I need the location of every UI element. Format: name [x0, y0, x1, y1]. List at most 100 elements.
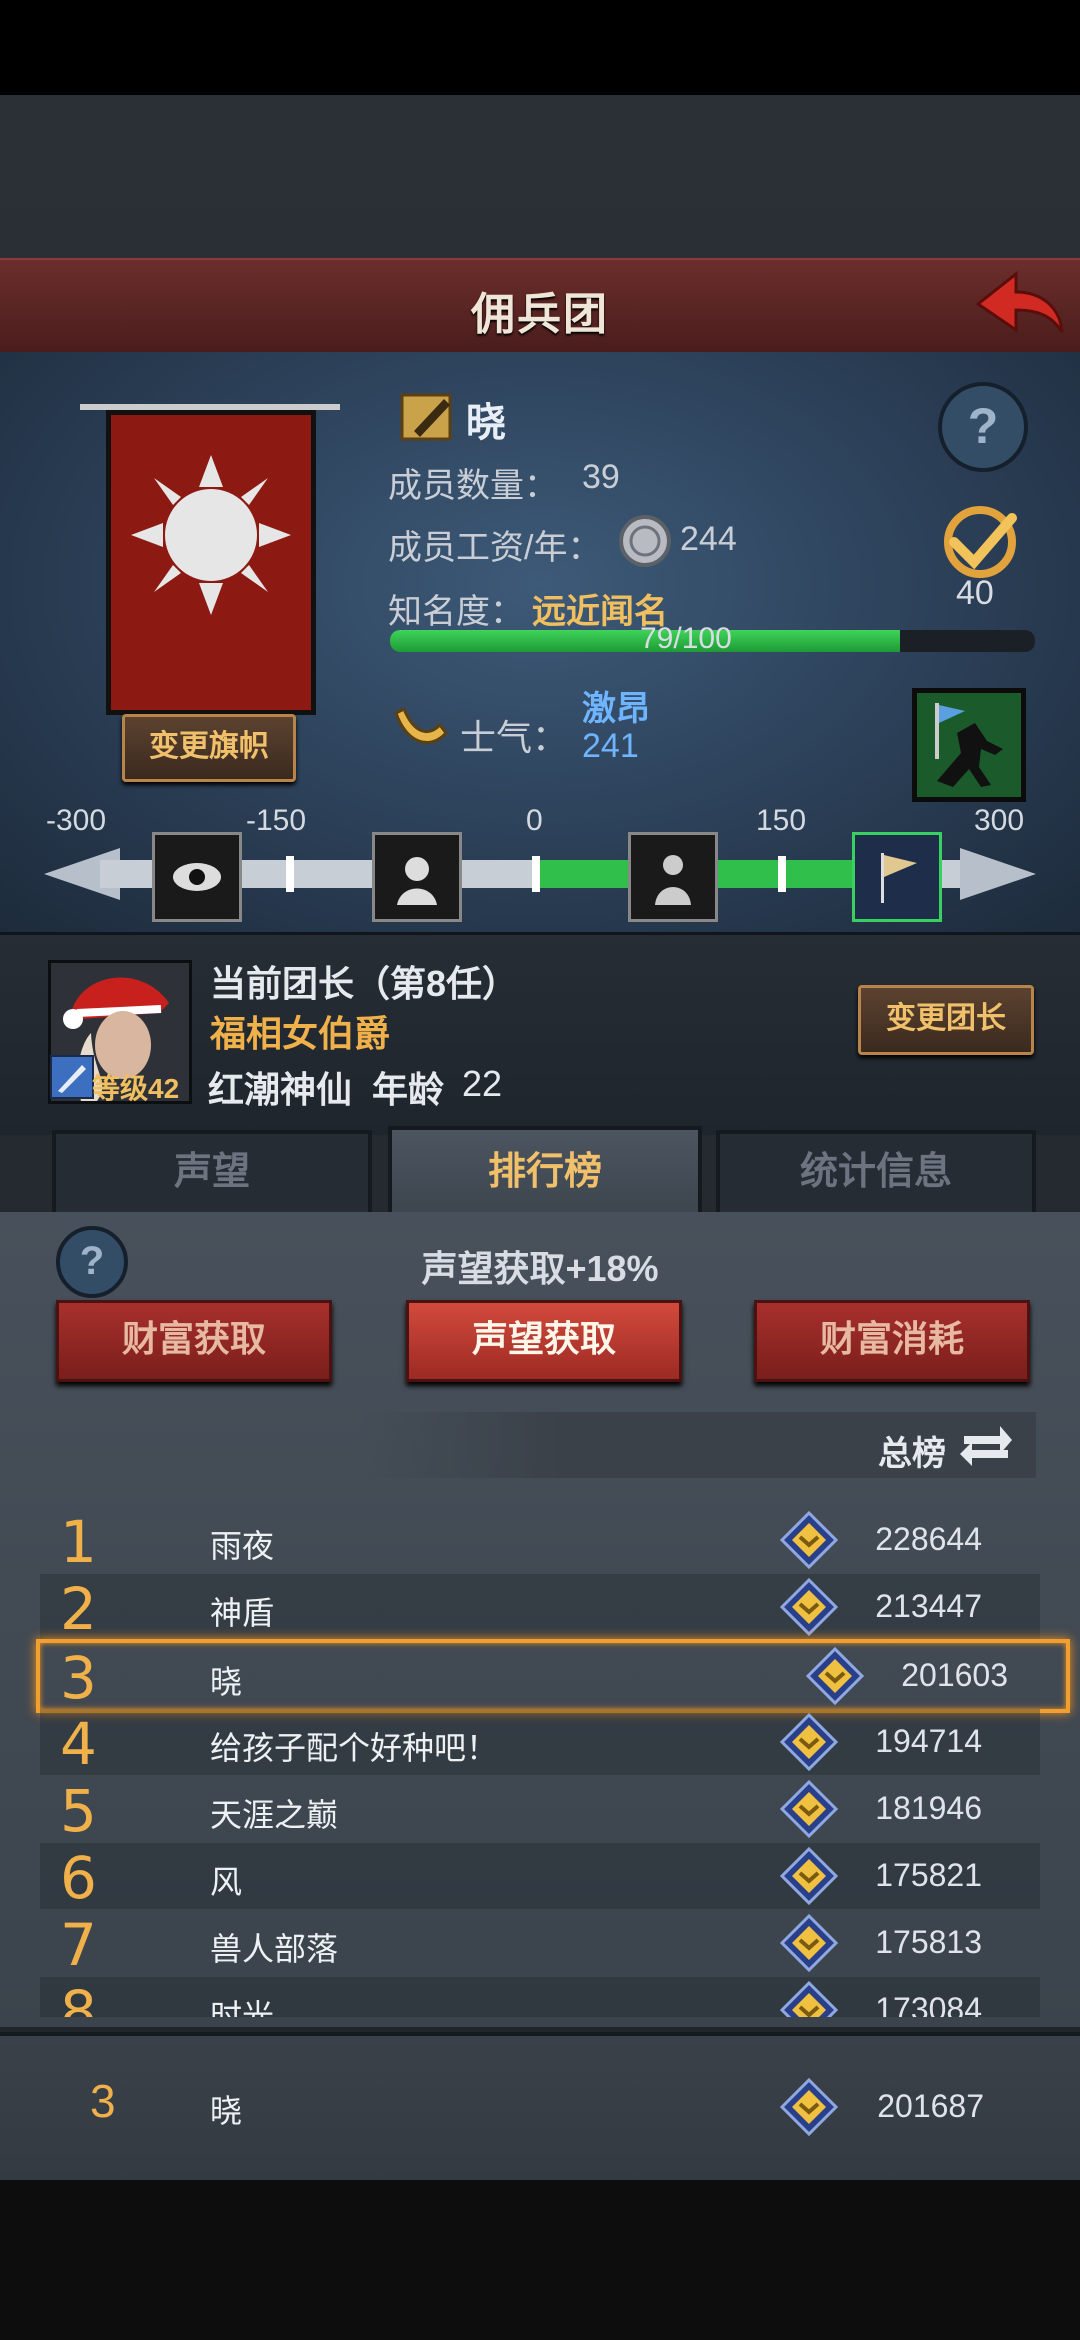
- rank-number: 8: [60, 1978, 97, 2017]
- guild-name: 风: [210, 1864, 243, 1900]
- reputation-badge-icon: [779, 1511, 839, 1569]
- tick-label: -150: [246, 804, 307, 837]
- score-value: 181946: [875, 1790, 982, 1826]
- rank-number: 4: [60, 1710, 97, 1778]
- leader-age-value: 22: [462, 1063, 503, 1104]
- leader-class: 红潮神仙: [208, 1069, 353, 1110]
- own-guild-rank-row: 3 晓 201687: [0, 2032, 1080, 2184]
- score-value: 201603: [901, 1657, 1008, 1693]
- tick-label: -300: [46, 804, 107, 837]
- sword-class-icon: [50, 1055, 94, 1099]
- leader-level: 等级42: [92, 1073, 180, 1104]
- table-row[interactable]: 1 雨夜 228644: [40, 1507, 1040, 1573]
- rank-number: 5: [60, 1777, 97, 1845]
- leader-age-label: 年龄: [372, 1069, 445, 1110]
- members-label: 成员数量：: [388, 467, 558, 505]
- leaderboard-panel: ? 声望获取+18% 财富获取 声望获取 财富消耗 总榜 1 雨夜 228644…: [0, 1212, 1080, 2027]
- horn-icon: [394, 706, 448, 744]
- bottom-letterbox: [0, 2180, 1080, 2340]
- leaderboard-scope-bar: 总榜: [360, 1412, 1036, 1478]
- guild-name: 神盾: [210, 1595, 275, 1631]
- morale-despair-icon[interactable]: [372, 832, 462, 922]
- guild-name: 时光: [210, 1998, 275, 2017]
- rank-number: 3: [60, 1644, 97, 1712]
- category-reputation-gain-button[interactable]: 声望获取: [406, 1300, 682, 1382]
- back-arrow-icon[interactable]: [968, 266, 1068, 346]
- category-wealth-gain-button[interactable]: 财富获取: [56, 1300, 332, 1382]
- morale-rebellious-icon[interactable]: [152, 832, 242, 922]
- morale-excited-icon[interactable]: [852, 832, 942, 922]
- table-row[interactable]: 5 天涯之巅 181946: [40, 1776, 1040, 1842]
- edit-name-icon[interactable]: [398, 387, 458, 447]
- rank-number: 7: [60, 1911, 97, 1979]
- table-row-current-guild[interactable]: 3 晓 201603: [36, 1639, 1070, 1713]
- score-value: 213447: [875, 1588, 982, 1624]
- score-value: 173084: [875, 1991, 982, 2017]
- tick-label: 150: [756, 804, 807, 837]
- morale-status-icon[interactable]: [912, 688, 1026, 802]
- table-row[interactable]: 4 给孩子配个好种吧！ 194714: [40, 1709, 1040, 1775]
- page-title: 佣兵团: [471, 290, 609, 339]
- tab-statistics[interactable]: 统计信息: [716, 1130, 1036, 1214]
- table-row[interactable]: 6 风 175821: [40, 1843, 1040, 1909]
- tab-reputation[interactable]: 声望: [52, 1130, 372, 1214]
- reputation-badge-icon: [779, 1981, 839, 2017]
- rank-number: 1: [60, 1508, 97, 1576]
- own-rank-number: 3: [90, 2075, 116, 2127]
- salary-value: 244: [680, 520, 737, 558]
- quest-count: 40: [956, 574, 994, 612]
- swap-arrows-icon[interactable]: [958, 1420, 1014, 1470]
- own-guild-name: 晓: [210, 2093, 243, 2129]
- reputation-badge-icon: [779, 1847, 839, 1905]
- sun-emblem-icon: [131, 455, 291, 615]
- morale-calm-icon[interactable]: [628, 832, 718, 922]
- guild-banner: [80, 392, 340, 715]
- header-bar: 佣兵团: [0, 258, 1080, 355]
- tick-mark: [778, 856, 786, 892]
- score-value: 194714: [875, 1723, 982, 1759]
- score-value: 175813: [875, 1924, 982, 1960]
- leader-title: 当前团长（第8任）: [210, 963, 519, 1004]
- guild-name: 晓: [466, 401, 506, 445]
- fame-progress-text: 79/100: [640, 622, 732, 655]
- tick-label: 0: [526, 804, 543, 837]
- change-leader-button[interactable]: 变更团长: [858, 985, 1034, 1055]
- change-banner-button[interactable]: 变更旗帜: [122, 714, 296, 782]
- tick-mark: [286, 856, 294, 892]
- rank-number: 2: [60, 1575, 97, 1643]
- guild-info-panel: 变更旗帜 晓 成员数量： 39 成员工资/年： 244 知名度： 远近闻名 79…: [0, 352, 1080, 935]
- morale-scale: -300 -150 0 150 300: [0, 804, 1080, 922]
- help-icon[interactable]: ?: [938, 382, 1028, 472]
- silver-coin-icon: [619, 515, 671, 567]
- guild-name: 给孩子配个好种吧！: [210, 1730, 499, 1766]
- table-row[interactable]: 7 兽人部落 175813: [40, 1910, 1040, 1976]
- banner-flag: [106, 410, 316, 715]
- guild-name: 晓: [210, 1664, 243, 1700]
- reputation-badge-icon: [779, 1713, 839, 1771]
- fame-label: 知名度：: [388, 593, 524, 631]
- salary-label: 成员工资/年：: [388, 529, 602, 567]
- table-row[interactable]: 2 神盾 213447: [40, 1574, 1040, 1640]
- leaderboard-list: 1 雨夜 228644 2 神盾 213447 3 晓 201603 4 给孩子…: [0, 1507, 1080, 2017]
- category-wealth-spent-button[interactable]: 财富消耗: [754, 1300, 1030, 1382]
- guild-name: 天涯之巅: [210, 1797, 339, 1833]
- scope-label: 总榜: [878, 1435, 946, 1473]
- guild-name: 兽人部落: [210, 1931, 339, 1967]
- reputation-badge-icon: [779, 1914, 839, 1972]
- morale-value: 241: [582, 727, 639, 765]
- tab-bar: 声望 排行榜 统计信息: [0, 1126, 1080, 1220]
- scale-right-arrow-icon: [960, 848, 1036, 900]
- score-value: 175821: [875, 1857, 982, 1893]
- tab-leaderboard[interactable]: 排行榜: [388, 1126, 702, 1220]
- own-score-value: 201687: [877, 2088, 984, 2124]
- table-row[interactable]: 8 时光 173084: [40, 1977, 1040, 2017]
- score-value: 228644: [875, 1521, 982, 1557]
- reputation-badge-icon: [779, 1780, 839, 1838]
- leader-name: 福相女伯爵: [210, 1013, 391, 1054]
- rank-number: 6: [60, 1844, 97, 1912]
- reputation-badge-icon: [779, 2078, 839, 2136]
- reputation-badge-icon: [805, 1647, 865, 1705]
- morale-state: 激昂: [582, 690, 650, 728]
- reputation-badge-icon: [779, 1578, 839, 1636]
- guild-name: 雨夜: [210, 1528, 275, 1564]
